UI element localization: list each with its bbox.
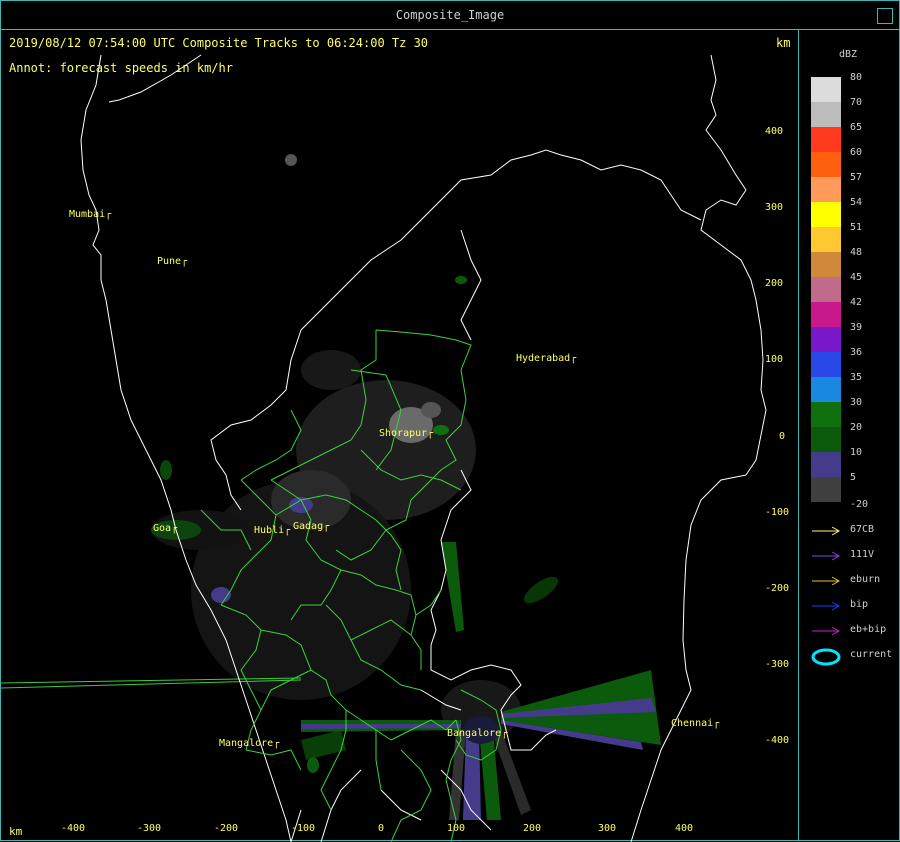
- legend-swatch-label: 60: [850, 147, 863, 158]
- city-label-mumbai: Mumbai┌: [69, 209, 112, 220]
- track-arrow-icon: [812, 576, 841, 586]
- city-label-pune: Pune┌: [157, 256, 188, 267]
- track-legend-item: [811, 548, 843, 562]
- x-axis-unit: km: [9, 825, 23, 838]
- window-titlebar[interactable]: Composite_Image: [1, 1, 899, 30]
- y-tick: -300: [765, 659, 790, 670]
- track-arrow-icon: [812, 601, 841, 611]
- track-legend-label: eburn: [850, 574, 881, 585]
- legend-swatch-label: 30: [850, 397, 863, 408]
- y-tick: -400: [765, 735, 790, 746]
- legend-swatch: [811, 252, 841, 277]
- legend-swatch-label: 51: [850, 222, 863, 233]
- legend-title: dBZ: [839, 49, 858, 60]
- city-label-chennai: Chennai┌: [671, 718, 720, 729]
- track-legend-item: [811, 623, 843, 637]
- legend-swatch-label: 42: [850, 297, 863, 308]
- track-legend-item: [811, 598, 843, 612]
- annotation-text: Annot: forecast speeds in km/hr: [9, 61, 233, 75]
- legend-swatch: [811, 152, 841, 177]
- legend-swatch: [811, 377, 841, 402]
- legend-swatch: [811, 127, 841, 152]
- track-arrow-icon: [812, 526, 841, 536]
- track-legend-item: [811, 573, 843, 587]
- header-timestamp: 2019/08/12 07:54:00 UTC Composite Tracks…: [9, 36, 429, 50]
- x-tick: 200: [522, 823, 542, 834]
- track-legend-item: [811, 523, 843, 537]
- city-label-hyderabad: Hyderabad┌: [516, 353, 577, 364]
- y-axis-unit: km: [776, 36, 791, 50]
- legend-swatch-label: 48: [850, 247, 863, 258]
- dbz-legend-panel: dBZ 80 70 65 60 57 54 51 48 45 42 39 36 35 30 20 10 5 -2…: [798, 30, 900, 840]
- x-tick: -400: [60, 823, 86, 834]
- legend-swatch: [811, 427, 841, 452]
- window-title: Composite_Image: [395, 8, 505, 22]
- legend-swatch: [811, 302, 841, 327]
- track-arrow-icon: [812, 551, 841, 561]
- legend-min-label: -20: [850, 499, 869, 510]
- legend-swatch-label: 39: [850, 322, 863, 333]
- legend-swatch: [811, 102, 841, 127]
- legend-swatch-label: 5: [850, 472, 857, 483]
- legend-swatch: [811, 402, 841, 427]
- legend-swatch-label: 57: [850, 172, 863, 183]
- y-tick: -100: [765, 507, 790, 518]
- y-tick: 0: [779, 431, 786, 442]
- y-tick: 100: [765, 354, 784, 365]
- city-label-shorapur: Shorapur┌: [379, 428, 434, 439]
- legend-swatch: [811, 277, 841, 302]
- legend-swatch: [811, 327, 841, 352]
- city-label-gadag: Gadag┌: [293, 521, 330, 532]
- track-legend-label: 67CB: [850, 524, 875, 535]
- x-tick: 0: [377, 823, 385, 834]
- legend-swatch-label: 54: [850, 197, 863, 208]
- city-label-bangalore: Bangalore┌: [447, 728, 508, 739]
- legend-swatch-label: 70: [850, 97, 863, 108]
- x-tick: -200: [213, 823, 239, 834]
- track-legend-label: bip: [850, 599, 869, 610]
- x-tick: -300: [136, 823, 162, 834]
- city-label-hubli: Hubli┌: [254, 525, 291, 536]
- x-tick: 300: [597, 823, 617, 834]
- x-tick: -100: [290, 823, 316, 834]
- x-tick: 400: [674, 823, 694, 834]
- y-tick: 400: [765, 126, 784, 137]
- radar-map-panel[interactable]: 2019/08/12 07:54:00 UTC Composite Tracks…: [1, 30, 798, 842]
- city-label-mangalore: Mangalore┌: [219, 738, 280, 749]
- legend-swatch: [811, 227, 841, 252]
- legend-swatch: [811, 77, 841, 102]
- legend-swatch: [811, 202, 841, 227]
- legend-swatch: [811, 177, 841, 202]
- track-arrow-icon: [812, 626, 841, 636]
- legend-swatch-label: 10: [850, 447, 863, 458]
- legend-swatch-label: 45: [850, 272, 863, 283]
- y-tick: 300: [765, 202, 784, 213]
- close-box-icon[interactable]: [877, 8, 893, 24]
- track-legend-label: 111V: [850, 549, 875, 560]
- y-tick: -200: [765, 583, 790, 594]
- legend-swatch-label: 65: [850, 122, 863, 133]
- legend-swatch-label: 80: [850, 72, 863, 83]
- legend-swatch: [811, 452, 841, 477]
- track-legend-label: eb+bip: [850, 624, 887, 635]
- legend-swatch-label: 35: [850, 372, 863, 383]
- y-tick: 200: [765, 278, 784, 289]
- city-label-goa: Goa┌: [153, 523, 178, 534]
- legend-swatch-label: 36: [850, 347, 863, 358]
- legend-swatch: [811, 477, 841, 502]
- legend-swatch-label: 20: [850, 422, 863, 433]
- legend-swatch: [811, 352, 841, 377]
- current-ellipse-icon: [811, 648, 841, 666]
- track-legend-label: current: [850, 649, 893, 660]
- composite-image-window: Composite_Image 2019/08/12 07:54:00 UTC …: [0, 0, 900, 842]
- x-tick: 100: [446, 823, 466, 834]
- track-legend-item: [811, 648, 843, 666]
